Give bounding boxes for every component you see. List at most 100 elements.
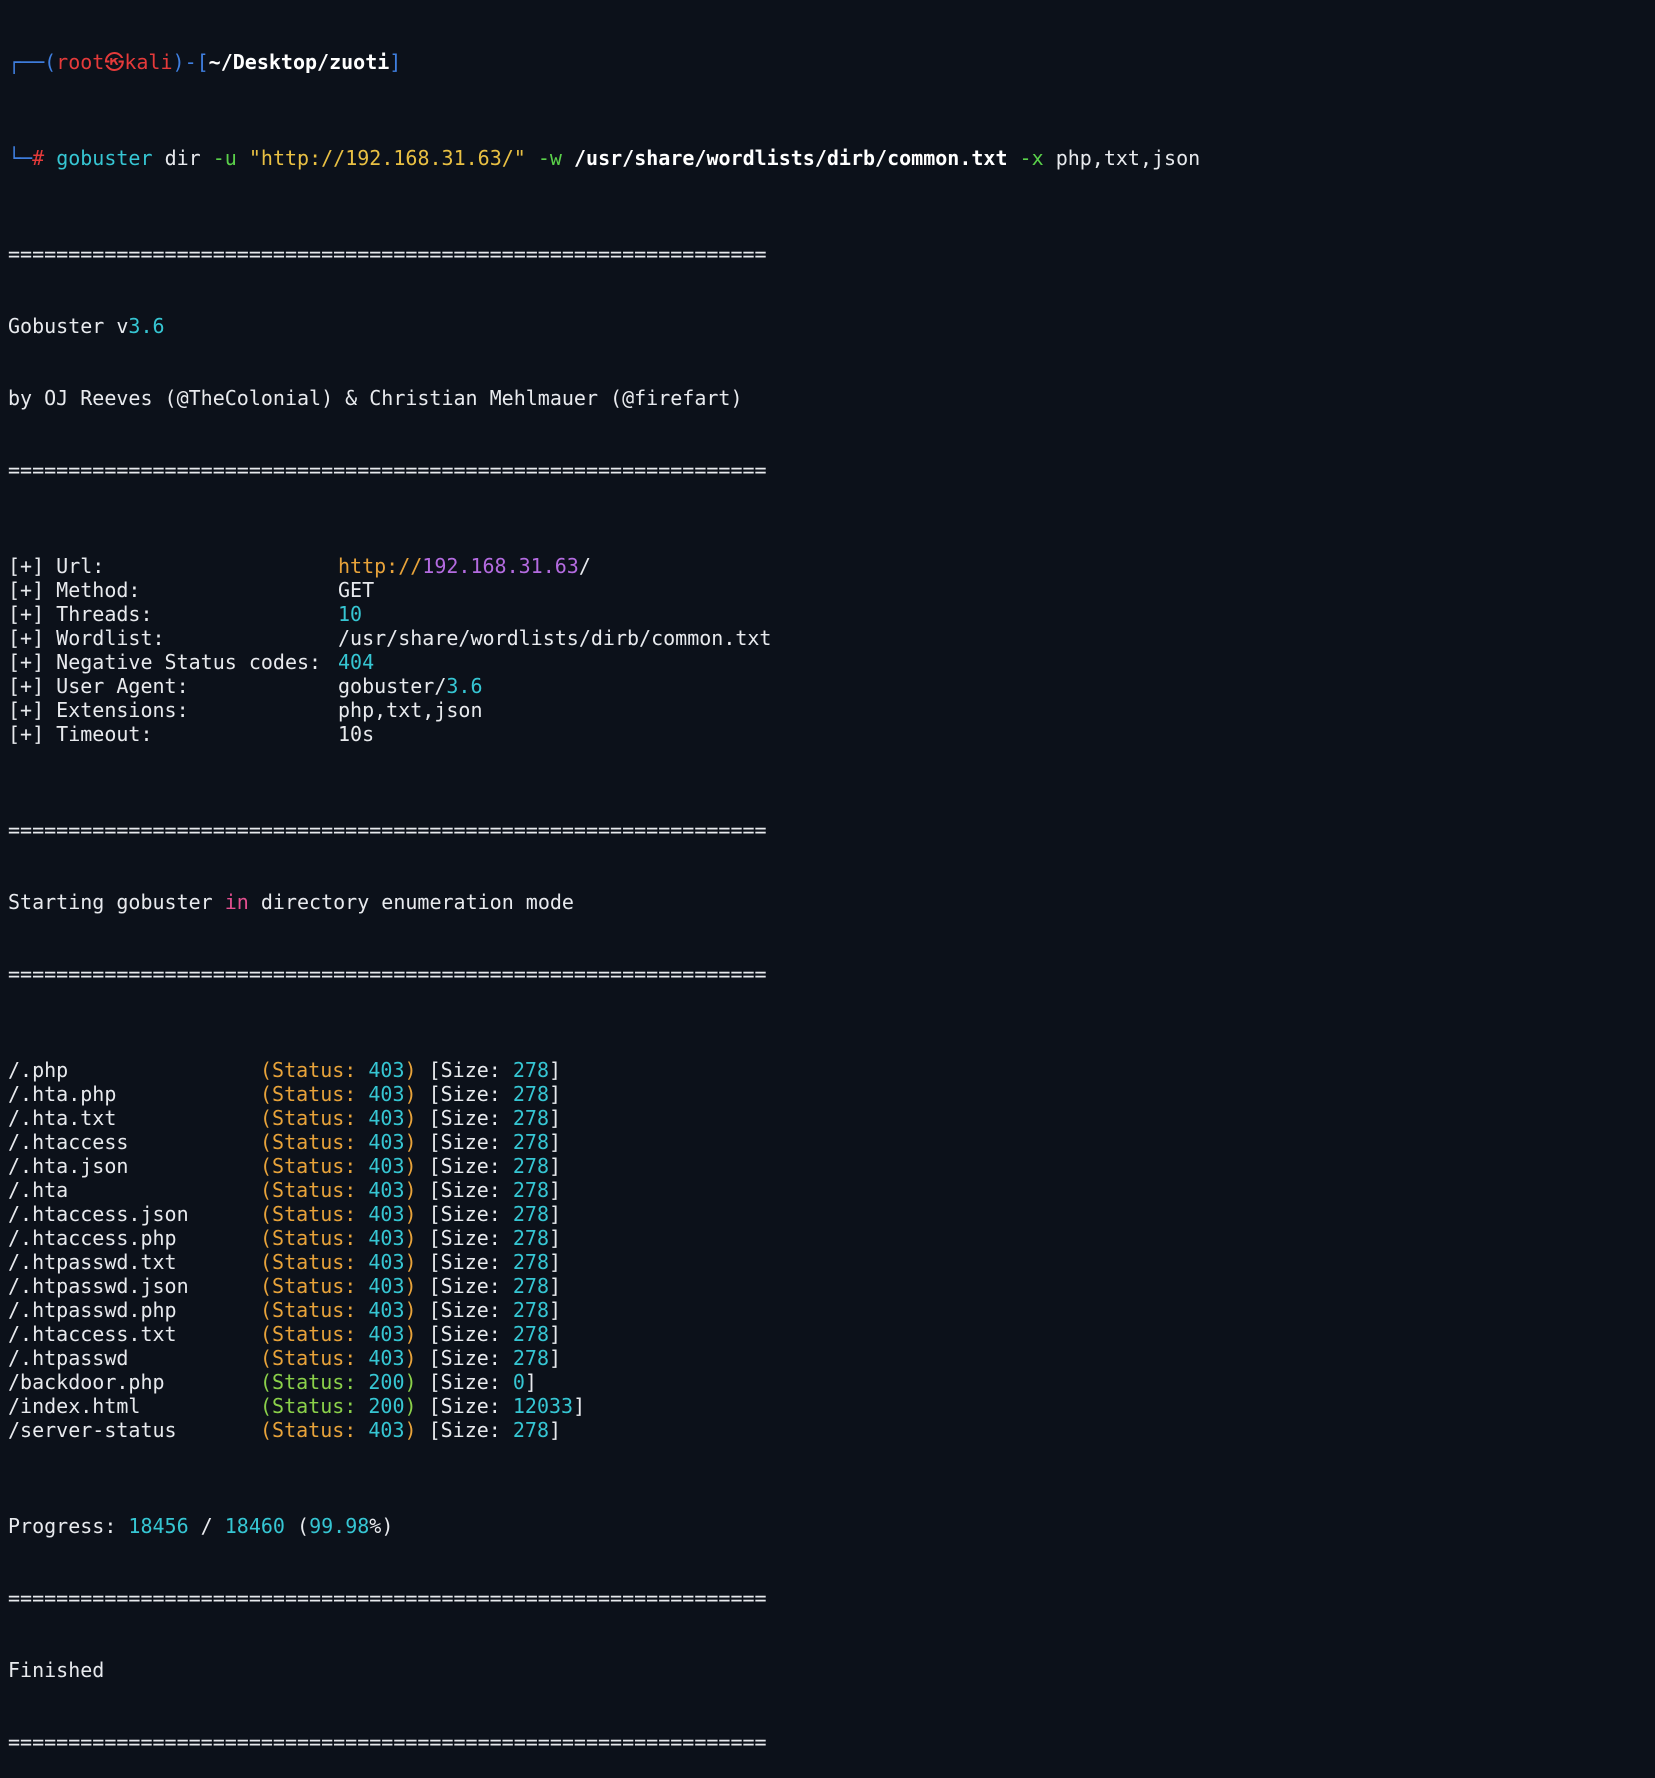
command-flag-w: -w xyxy=(537,146,562,170)
result-row: /.htpasswd.json (Status: 403) [Size: 278] xyxy=(8,1274,1655,1298)
result-size-open: [Size: xyxy=(416,1346,513,1370)
result-status-code: 403 xyxy=(368,1106,405,1130)
config-label: [+] Negative Status codes: xyxy=(8,650,322,674)
result-status-open: (Status: xyxy=(260,1178,369,1202)
result-status-code: 403 xyxy=(368,1298,405,1322)
result-status-close: ) xyxy=(404,1226,417,1250)
result-size-close: ] xyxy=(549,1058,562,1082)
progress-total: 18460 xyxy=(224,1514,285,1538)
result-row: /.htaccess.txt (Status: 403) [Size: 278] xyxy=(8,1322,1655,1346)
result-status-close: ) xyxy=(404,1202,417,1226)
result-status-open: (Status: xyxy=(260,1226,369,1250)
config-label: [+] Threads: xyxy=(8,602,153,626)
separator-line: ========================================… xyxy=(8,1730,767,1754)
result-size-value: 278 xyxy=(512,1202,549,1226)
result-status-close: ) xyxy=(404,1274,417,1298)
result-status-open: (Status: xyxy=(260,1322,369,1346)
result-size-close: ] xyxy=(573,1394,586,1418)
config-row: [+] Wordlist: /usr/share/wordlists/dirb/c… xyxy=(8,626,1655,650)
result-status-code: 200 xyxy=(368,1394,405,1418)
result-size-value: 12033 xyxy=(512,1394,574,1418)
result-path: /.htpasswd.json xyxy=(8,1274,189,1298)
result-size-value: 278 xyxy=(512,1226,549,1250)
result-row: /.htpasswd.txt (Status: 403) [Size: 278] xyxy=(8,1250,1655,1274)
command-line[interactable]: └─# gobuster dir -u "http://192.168.31.6… xyxy=(8,146,1655,170)
result-status-open: (Status: xyxy=(260,1394,369,1418)
result-path: /.htpasswd xyxy=(8,1346,129,1370)
prompt-user: root xyxy=(56,50,105,74)
prompt-line: ┌──(root㉿kali)-[~/Desktop/zuoti] xyxy=(8,50,402,74)
banner-authors: by OJ Reeves (@TheColonial) & Christian … xyxy=(8,386,743,410)
separator-line: ========================================… xyxy=(8,458,767,482)
prompt-cwd: ~/Desktop/zuoti xyxy=(208,50,390,74)
config-value-number: 404 xyxy=(338,650,375,674)
result-size-open: [Size: xyxy=(416,1394,513,1418)
result-status-open: (Status: xyxy=(260,1250,369,1274)
result-size-close: ] xyxy=(549,1082,562,1106)
result-size-close: ] xyxy=(549,1154,562,1178)
result-status-open: (Status: xyxy=(260,1202,369,1226)
result-status-close: ) xyxy=(404,1082,417,1106)
result-size-value: 278 xyxy=(512,1178,549,1202)
result-status-open: (Status: xyxy=(260,1082,369,1106)
config-label: [+] User Agent: xyxy=(8,674,189,698)
progress-percent: 99.98 xyxy=(309,1514,370,1538)
config-label: [+] Wordlist: xyxy=(8,626,165,650)
result-status-code: 403 xyxy=(368,1274,405,1298)
result-status-code: 200 xyxy=(368,1370,405,1394)
result-path: /.htaccess.txt xyxy=(8,1322,177,1346)
result-status-open: (Status: xyxy=(260,1058,369,1082)
command-exts: php,txt,json xyxy=(1055,146,1201,170)
result-status-close: ) xyxy=(404,1418,417,1442)
config-value-number: 10 xyxy=(338,602,363,626)
result-row: /.htpasswd.php (Status: 403) [Size: 278] xyxy=(8,1298,1655,1322)
finished-line: Finished xyxy=(8,1658,105,1682)
result-status-open: (Status: xyxy=(260,1130,369,1154)
starting-line: Starting gobuster in directory enumerati… xyxy=(8,890,574,914)
result-size-value: 278 xyxy=(512,1250,549,1274)
result-row: /.hta.php (Status: 403) [Size: 278] xyxy=(8,1082,1655,1106)
prompt-hash: # xyxy=(32,146,45,170)
config-value: / xyxy=(578,554,591,578)
results-list: /.php (Status: 403) [Size: 278] /.hta.php (… xyxy=(8,1058,1655,1442)
result-status-open: (Status: xyxy=(260,1370,369,1394)
result-status-close: ) xyxy=(404,1178,417,1202)
prompt-at-symbol: ㉿ xyxy=(104,50,125,74)
result-status-code: 403 xyxy=(368,1178,405,1202)
result-size-open: [Size: xyxy=(416,1154,513,1178)
separator-line: ========================================… xyxy=(8,242,767,266)
result-size-value: 278 xyxy=(512,1154,549,1178)
result-size-open: [Size: xyxy=(416,1298,513,1322)
separator-line: ========================================… xyxy=(8,962,767,986)
result-path: /server-status xyxy=(8,1418,177,1442)
config-label: [+] Extensions: xyxy=(8,698,189,722)
result-status-close: ) xyxy=(404,1130,417,1154)
result-size-open: [Size: xyxy=(416,1202,513,1226)
terminal-window[interactable]: ┌──(root㉿kali)-[~/Desktop/zuoti] └─# gob… xyxy=(0,0,1655,1754)
result-size-close: ] xyxy=(549,1274,562,1298)
prompt-corner-top: ┌── xyxy=(8,50,45,74)
config-row: [+] Timeout: 10s xyxy=(8,722,1655,746)
result-size-value: 278 xyxy=(512,1298,549,1322)
config-row: [+] Url: http://192.168.31.63/ xyxy=(8,554,1655,578)
result-path: /.hta.json xyxy=(8,1154,129,1178)
command-bin: gobuster xyxy=(56,146,153,170)
result-status-close: ) xyxy=(404,1394,417,1418)
result-status-code: 403 xyxy=(368,1250,405,1274)
result-size-close: ] xyxy=(524,1370,537,1394)
result-status-close: ) xyxy=(404,1298,417,1322)
result-size-open: [Size: xyxy=(416,1322,513,1346)
result-row: /.php (Status: 403) [Size: 278] xyxy=(8,1058,1655,1082)
result-size-open: [Size: xyxy=(416,1106,513,1130)
result-status-code: 403 xyxy=(368,1202,405,1226)
result-size-open: [Size: xyxy=(416,1418,513,1442)
config-block: [+] Url: http://192.168.31.63/[+] Method:… xyxy=(8,554,1655,746)
result-status-code: 403 xyxy=(368,1130,405,1154)
result-status-code: 403 xyxy=(368,1226,405,1250)
result-status-code: 403 xyxy=(368,1058,405,1082)
config-value: /usr/share/wordlists/dirb/common.txt xyxy=(338,626,772,650)
config-value: php,txt,json xyxy=(338,698,483,722)
result-status-code: 403 xyxy=(368,1346,405,1370)
result-row: /server-status (Status: 403) [Size: 278] xyxy=(8,1418,1655,1442)
result-row: /.htaccess (Status: 403) [Size: 278] xyxy=(8,1130,1655,1154)
